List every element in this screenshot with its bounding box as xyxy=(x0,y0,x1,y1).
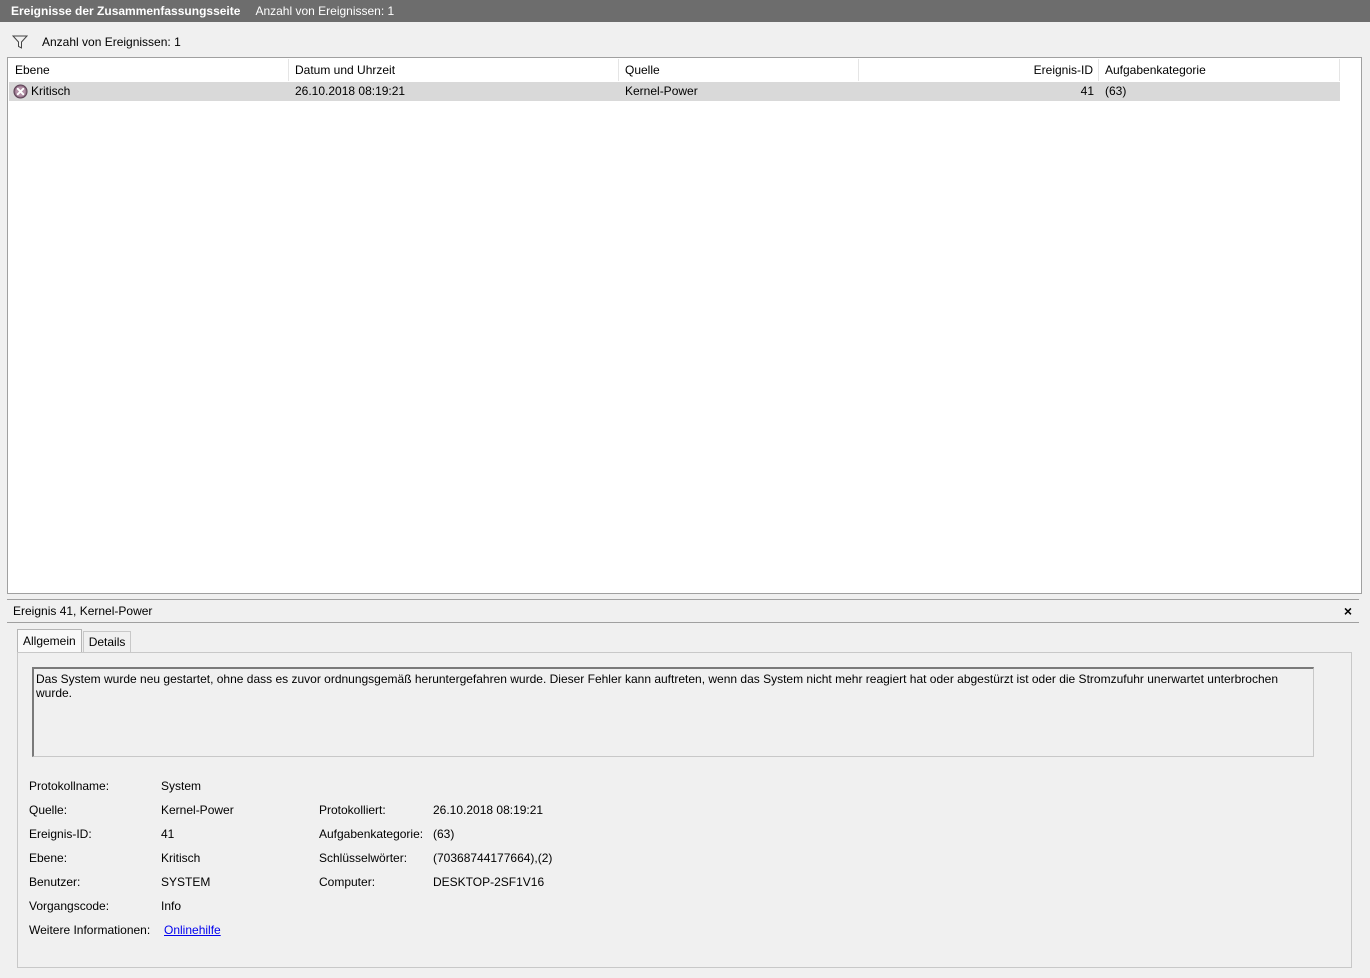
label-computer: Computer: xyxy=(319,875,376,889)
close-icon[interactable]: × xyxy=(1344,603,1352,619)
cell-source: Kernel-Power xyxy=(625,84,698,98)
label-event-id: Ereignis-ID: xyxy=(29,827,92,841)
label-keywords: Schlüsselwörter: xyxy=(319,851,408,865)
value-computer: DESKTOP-2SF1V16 xyxy=(433,875,545,889)
title-bar: Ereignisse der Zusammenfassungsseite Anz… xyxy=(0,0,1370,22)
cell-task-category: (63) xyxy=(1105,84,1127,98)
value-source: Kernel-Power xyxy=(161,803,234,817)
detail-tabs: Allgemein Details xyxy=(17,629,132,653)
column-header-event-id[interactable]: Ereignis-ID xyxy=(859,59,1099,81)
cell-event-id: 41 xyxy=(1080,84,1094,98)
column-header-source[interactable]: Quelle xyxy=(619,59,859,81)
event-list[interactable]: Ebene Datum und Uhrzeit Quelle Ereignis-… xyxy=(7,57,1362,594)
online-help-link[interactable]: Onlinehilfe xyxy=(164,923,221,937)
level-text: Kritisch xyxy=(31,84,71,98)
detail-header: Ereignis 41, Kernel-Power × xyxy=(7,599,1359,622)
general-tab-panel: Das System wurde neu gestartet, ohne das… xyxy=(17,652,1352,968)
tab-allgemein[interactable]: Allgemein xyxy=(17,629,82,653)
label-level: Ebene: xyxy=(29,851,68,865)
label-logged: Protokolliert: xyxy=(319,803,386,817)
label-user: Benutzer: xyxy=(29,875,81,889)
event-message-box[interactable]: Das System wurde neu gestartet, ohne das… xyxy=(32,667,1314,757)
cell-level: Kritisch xyxy=(9,82,289,101)
label-logname: Protokollname: xyxy=(29,779,110,793)
value-logged: 26.10.2018 08:19:21 xyxy=(433,803,544,817)
value-task-category: (63) xyxy=(433,827,455,841)
filter-bar: Anzahl von Ereignissen: 1 xyxy=(7,27,1362,56)
label-task-category: Aufgabenkategorie: xyxy=(319,827,424,841)
filter-icon[interactable] xyxy=(12,34,28,50)
value-event-id: 41 xyxy=(161,827,175,841)
detail-title: Ereignis 41, Kernel-Power xyxy=(13,604,153,618)
table-row[interactable]: Kritisch 26.10.2018 08:19:21 Kernel-Powe… xyxy=(9,82,1340,101)
cell-datetime: 26.10.2018 08:19:21 xyxy=(295,84,406,98)
column-header-row: Ebene Datum und Uhrzeit Quelle Ereignis-… xyxy=(9,59,1340,81)
value-user: SYSTEM xyxy=(161,875,211,889)
label-source: Quelle: xyxy=(29,803,68,817)
value-keywords: (70368744177664),(2) xyxy=(433,851,553,865)
label-more-info: Weitere Informationen: xyxy=(29,923,151,937)
value-level: Kritisch xyxy=(161,851,201,865)
filter-count-text: Anzahl von Ereignissen: 1 xyxy=(42,34,181,49)
value-opcode: Info xyxy=(161,899,182,913)
critical-error-icon xyxy=(13,84,28,99)
tab-details[interactable]: Details xyxy=(82,631,132,653)
label-opcode: Vorgangscode: xyxy=(29,899,110,913)
divider xyxy=(7,622,1359,623)
column-header-task-category[interactable]: Aufgabenkategorie xyxy=(1099,59,1340,81)
event-count-text: Anzahl von Ereignissen: 1 xyxy=(255,4,395,18)
title-text: Ereignisse der Zusammenfassungsseite xyxy=(11,4,241,18)
value-logname: System xyxy=(161,779,202,793)
column-header-datetime[interactable]: Datum und Uhrzeit xyxy=(289,59,619,81)
column-header-level[interactable]: Ebene xyxy=(9,59,289,81)
